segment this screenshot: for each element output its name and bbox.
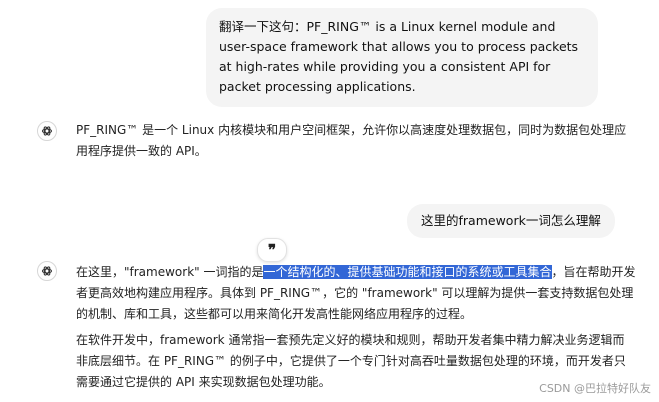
openai-logo-icon [41,126,53,136]
assistant-message-1-text: PF_RING™ 是一个 Linux 内核模块和用户空间框架，允许你以高速度处理… [76,123,627,158]
assistant-message-1: PF_RING™ 是一个 Linux 内核模块和用户空间框架，允许你以高速度处理… [76,120,636,162]
watermark: CSDN @巴拉特好队友 [539,382,651,395]
paragraph-text: 在软件开发中，framework 通常指一套预先定义好的模块和规则，帮助开发者集… [76,333,626,389]
openai-logo-icon [41,266,53,276]
assistant-message-2-paragraph-1: 在这里，"framework" 一词指的是一个结构化的、提供基础功能和接口的系统… [76,262,636,325]
user-message-2-text: 这里的framework一词怎么理解 [421,213,601,228]
quote-icon: ❞ [267,241,277,259]
user-message-1: 翻译一下这句：PF_RING™ is a Linux kernel module… [206,8,598,107]
user-message-2: 这里的framework一词怎么理解 [407,204,615,238]
assistant-avatar [37,261,57,281]
quote-selection-button[interactable]: ❞ [257,238,287,262]
user-message-1-text: 翻译一下这句：PF_RING™ is a Linux kernel module… [219,19,579,94]
selected-text[interactable]: 一个结构化的、提供基础功能和接口的系统或工具集合 [263,265,552,279]
paragraph-text-before: 在这里，"framework" 一词指的是 [76,265,264,279]
assistant-avatar [37,121,57,141]
